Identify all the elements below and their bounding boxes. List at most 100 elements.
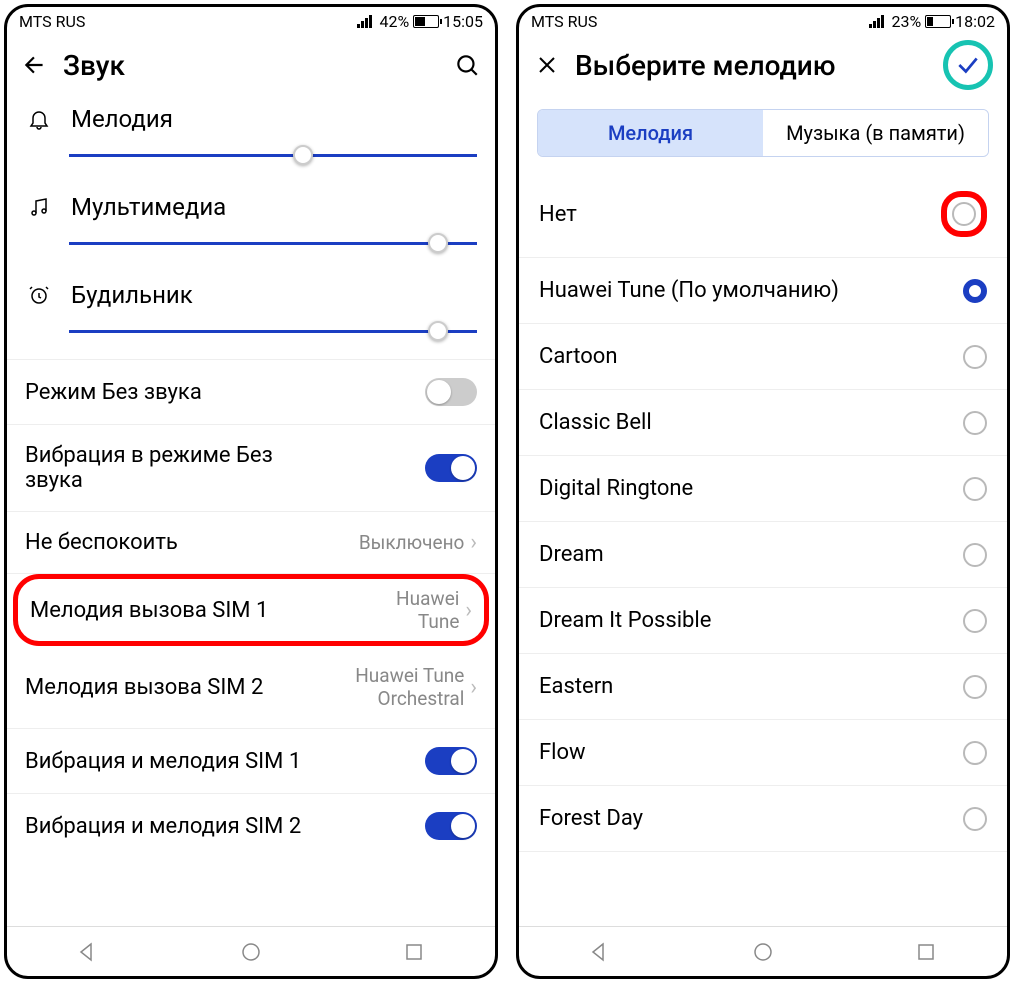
row-value: Huawei Tune bbox=[359, 587, 459, 633]
row-label: Вибрация и мелодия SIM 1 bbox=[25, 749, 301, 774]
ringtone-row[interactable]: Нет bbox=[519, 171, 1007, 258]
ringtone-slider[interactable] bbox=[69, 145, 477, 165]
row-label: Вибрация и мелодия SIM 2 bbox=[25, 814, 301, 839]
row-vibrate-sim1[interactable]: Вибрация и мелодия SIM 1 bbox=[7, 729, 495, 793]
nav-back-icon[interactable] bbox=[588, 940, 612, 964]
ringtone-label: Eastern bbox=[539, 674, 613, 699]
nav-home-icon[interactable] bbox=[751, 940, 775, 964]
header: Выберите мелодию bbox=[519, 35, 1007, 95]
toggle-vib-sim1[interactable] bbox=[425, 747, 477, 775]
ringtone-row[interactable]: Cartoon bbox=[519, 324, 1007, 390]
nav-bar bbox=[7, 926, 495, 976]
radio-highlight bbox=[941, 191, 987, 237]
row-dnd[interactable]: Не беспокоить Выключено › bbox=[7, 512, 495, 573]
nav-home-icon[interactable] bbox=[239, 940, 263, 964]
radio-button[interactable] bbox=[963, 345, 987, 369]
close-icon[interactable] bbox=[533, 51, 561, 79]
volume-row-media: Мультимедиа bbox=[7, 183, 495, 271]
ringtone-label: Digital Ringtone bbox=[539, 476, 693, 501]
nav-recent-icon[interactable] bbox=[914, 940, 938, 964]
ringtone-label: Forest Day bbox=[539, 806, 643, 831]
header: Звук bbox=[7, 35, 495, 95]
ringtone-row[interactable]: Huawei Tune (По умолчанию) bbox=[519, 258, 1007, 324]
music-icon bbox=[25, 195, 53, 219]
nav-back-icon[interactable] bbox=[76, 940, 100, 964]
ringtone-row[interactable]: Flow bbox=[519, 720, 1007, 786]
ringtone-label: Flow bbox=[539, 740, 586, 765]
row-ringtone-sim2[interactable]: Мелодия вызова SIM 2 Huawei Tune Orchest… bbox=[7, 646, 495, 728]
row-ringtone-sim1[interactable]: Мелодия вызова SIM 1 Huawei Tune › bbox=[13, 574, 489, 646]
ringtone-row[interactable]: Dream It Possible bbox=[519, 588, 1007, 654]
chevron-right-icon: › bbox=[465, 598, 472, 623]
ringtone-label: Dream It Possible bbox=[539, 608, 711, 633]
ringtone-label: Classic Bell bbox=[539, 410, 652, 435]
row-vibrate-sim2[interactable]: Вибрация и мелодия SIM 2 bbox=[7, 794, 495, 858]
volume-label: Мультимедиа bbox=[71, 193, 226, 221]
ringtone-row[interactable]: Digital Ringtone bbox=[519, 456, 1007, 522]
radio-button[interactable] bbox=[963, 411, 987, 435]
ringtone-row[interactable]: Classic Bell bbox=[519, 390, 1007, 456]
chevron-right-icon: › bbox=[470, 675, 477, 700]
row-value: Huawei Tune Orchestral bbox=[354, 664, 464, 710]
alarm-slider[interactable] bbox=[69, 321, 477, 341]
search-icon[interactable] bbox=[453, 51, 481, 79]
ringtone-label: Нет bbox=[539, 202, 577, 227]
battery-icon bbox=[413, 15, 439, 28]
confirm-highlight bbox=[943, 40, 993, 90]
row-vibrate-silent[interactable]: Вибрация в режиме Без звука bbox=[7, 425, 495, 511]
status-bar: MTS RUS 23% 18:02 bbox=[519, 7, 1007, 35]
row-label: Мелодия вызова SIM 2 bbox=[25, 675, 263, 700]
row-label: Не беспокоить bbox=[25, 530, 178, 555]
ringtone-list: Нет Huawei Tune (По умолчанию) Cartoon Clas… bbox=[519, 171, 1007, 926]
tab-segmented: Мелодия Музыка (в памяти) bbox=[537, 109, 989, 157]
row-label: Режим Без звука bbox=[25, 380, 202, 405]
battery-pct: 23% bbox=[891, 12, 921, 31]
radio-button[interactable] bbox=[952, 202, 976, 226]
volume-row-alarm: Будильник bbox=[7, 271, 495, 359]
row-silent-mode[interactable]: Режим Без звука bbox=[7, 360, 495, 424]
nav-bar bbox=[519, 926, 1007, 976]
ringtone-row[interactable]: Dream bbox=[519, 522, 1007, 588]
carrier-label: MTS RUS bbox=[19, 12, 85, 31]
media-slider[interactable] bbox=[69, 233, 477, 253]
page-title: Выберите мелодию bbox=[575, 49, 929, 82]
row-label: Вибрация в режиме Без звука bbox=[25, 443, 325, 493]
ringtone-label: Cartoon bbox=[539, 344, 618, 369]
radio-button[interactable] bbox=[963, 807, 987, 831]
back-icon[interactable] bbox=[21, 51, 49, 79]
status-bar: MTS RUS 42% 15:05 bbox=[7, 7, 495, 35]
page-title: Звук bbox=[63, 49, 439, 82]
ringtone-label: Dream bbox=[539, 542, 604, 567]
tab-music[interactable]: Музыка (в памяти) bbox=[763, 110, 988, 156]
ringtone-row[interactable]: Eastern bbox=[519, 654, 1007, 720]
toggle-vib-sim2[interactable] bbox=[425, 812, 477, 840]
ringtone-label: Huawei Tune (По умолчанию) bbox=[539, 278, 839, 303]
row-label: Мелодия вызова SIM 1 bbox=[30, 598, 268, 623]
radio-button[interactable] bbox=[963, 741, 987, 765]
volume-label: Будильник bbox=[71, 281, 193, 309]
toggle-silent[interactable] bbox=[425, 378, 477, 406]
volume-row-ringtone: Мелодия bbox=[7, 95, 495, 183]
clock: 15:05 bbox=[443, 12, 483, 31]
radio-button[interactable] bbox=[963, 477, 987, 501]
radio-button[interactable] bbox=[963, 279, 987, 303]
toggle-vibrate-silent[interactable] bbox=[425, 454, 477, 482]
signal-icon bbox=[357, 14, 375, 28]
ringtone-row[interactable]: Forest Day bbox=[519, 786, 1007, 852]
row-value: Выключено bbox=[359, 531, 465, 554]
clock: 18:02 bbox=[955, 12, 995, 31]
alarm-icon bbox=[25, 283, 53, 307]
phone-pick-ringtone: MTS RUS 23% 18:02 Выберите мелодию Мелод… bbox=[516, 4, 1010, 979]
volume-label: Мелодия bbox=[71, 105, 173, 133]
battery-icon bbox=[925, 15, 951, 28]
tab-melody[interactable]: Мелодия bbox=[538, 110, 763, 156]
nav-recent-icon[interactable] bbox=[402, 940, 426, 964]
battery-pct: 42% bbox=[379, 12, 409, 31]
bell-icon bbox=[25, 107, 53, 131]
confirm-icon[interactable] bbox=[954, 51, 982, 79]
phone-sound-settings: MTS RUS 42% 15:05 Звук Мелодия bbox=[4, 4, 498, 979]
chevron-right-icon: › bbox=[470, 530, 477, 555]
radio-button[interactable] bbox=[963, 609, 987, 633]
radio-button[interactable] bbox=[963, 675, 987, 699]
radio-button[interactable] bbox=[963, 543, 987, 567]
